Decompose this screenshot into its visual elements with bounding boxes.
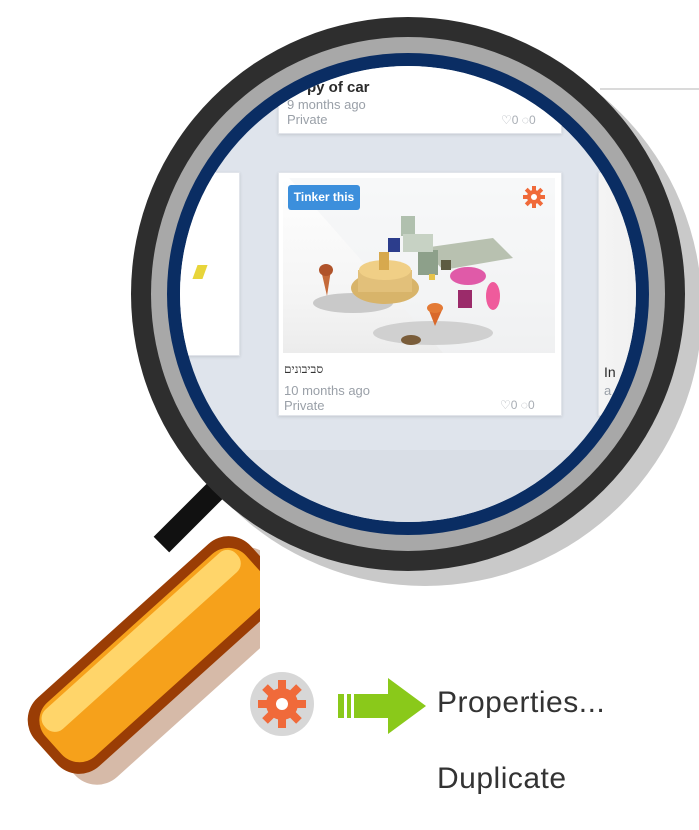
magnifier-lens: py of car 9 months ago Private ♡0 ◌0 Tin… <box>180 66 636 522</box>
design-card-left[interactable] <box>180 172 240 356</box>
magnifier-handle <box>27 536 260 785</box>
page-band <box>180 450 636 522</box>
menu-item-properties[interactable]: Properties... <box>437 686 605 720</box>
menu-item-duplicate[interactable]: Duplicate <box>437 762 567 796</box>
card-stats: ♡0 ◌0 <box>501 113 536 127</box>
comment-icon[interactable]: ◌ <box>521 398 528 412</box>
card-time: 9 months ago <box>287 97 366 112</box>
gear-badge <box>250 672 314 736</box>
heart-icon[interactable]: ♡ <box>501 113 512 127</box>
design-card-top[interactable]: py of car 9 months ago Private ♡0 ◌0 <box>278 66 562 134</box>
card-visibility: Private <box>284 398 325 413</box>
gear-icon[interactable] <box>250 672 314 736</box>
card-stats: ♡0 ◌0 <box>500 398 535 412</box>
card-title[interactable]: py of car <box>307 79 370 96</box>
comment-icon[interactable]: ◌ <box>522 113 529 127</box>
heart-icon[interactable]: ♡ <box>500 398 511 412</box>
card-time: 10 months ago <box>284 383 371 398</box>
card-visibility: Private <box>287 112 328 127</box>
yellow-shape <box>192 265 208 279</box>
card-title[interactable]: In <box>604 364 616 380</box>
card-time: a <box>604 383 612 398</box>
card-title[interactable]: סביבונים <box>284 362 323 377</box>
tinker-this-button[interactable]: Tinker this <box>288 185 360 210</box>
arrow-right-icon <box>338 678 426 734</box>
gear-icon[interactable] <box>522 185 546 209</box>
